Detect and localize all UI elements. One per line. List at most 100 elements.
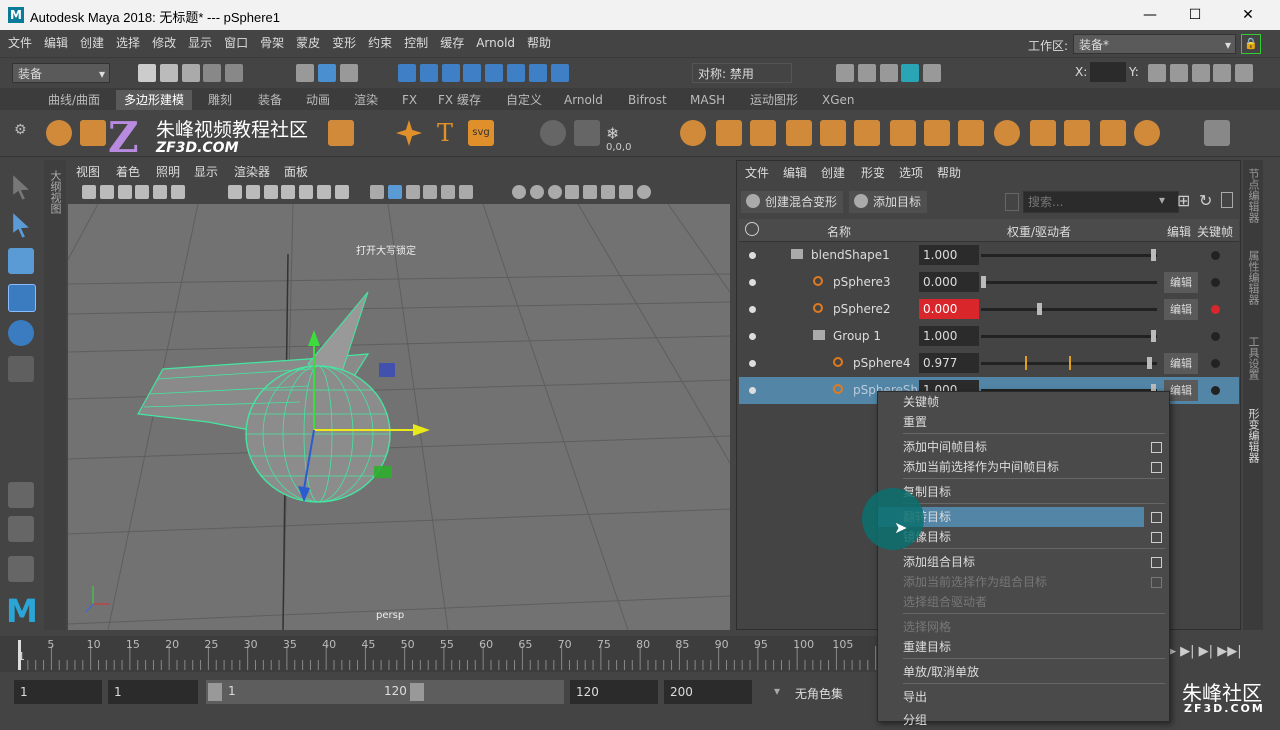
keyframe-indicator[interactable]: [1211, 305, 1220, 314]
create-blendshape-button[interactable]: 创建混合变形: [741, 191, 844, 213]
menu-item[interactable]: 选择: [110, 30, 146, 57]
menu-item[interactable]: 文件: [2, 30, 38, 57]
visibility-toggle-icon[interactable]: [749, 252, 756, 259]
target-row[interactable]: pSphere2 0.000 编辑: [739, 296, 1239, 323]
menu-item[interactable]: 显示: [182, 30, 218, 57]
snap-surface-icon[interactable]: [485, 64, 504, 82]
option-box-icon[interactable]: [1151, 532, 1162, 543]
weight-value-field[interactable]: 0.000: [919, 299, 979, 319]
bookmark-icon[interactable]: [117, 185, 132, 199]
chevron-down-icon[interactable]: ▾: [1159, 193, 1165, 207]
film-gate-icon[interactable]: [245, 185, 260, 199]
extrude-icon[interactable]: [854, 120, 880, 146]
keyframe-indicator[interactable]: [1211, 359, 1220, 368]
smooth-icon[interactable]: [750, 120, 776, 146]
shape-editor-menu-item[interactable]: 选项: [899, 164, 923, 181]
select-tool-icon[interactable]: [13, 175, 29, 200]
add-target-button[interactable]: 添加目标: [849, 191, 928, 213]
x-field[interactable]: [1090, 62, 1126, 82]
range-end-handle[interactable]: [410, 683, 424, 701]
wireframe-on-shaded-icon[interactable]: [405, 185, 420, 199]
ipr-render-icon[interactable]: [879, 64, 898, 82]
redo-icon[interactable]: [225, 64, 244, 82]
keyframe-indicator[interactable]: [1211, 278, 1220, 287]
snap-help-icon[interactable]: [550, 64, 569, 82]
shape-editor-menu-item[interactable]: 编辑: [783, 164, 807, 181]
close-button[interactable]: ✕: [1238, 6, 1258, 24]
current-frame-marker[interactable]: [18, 640, 21, 670]
context-menu-item[interactable]: 复制目标: [878, 482, 1169, 502]
range-bar[interactable]: 1 120: [206, 680, 564, 704]
shelf-tab[interactable]: Bifrost: [620, 90, 675, 110]
shape-editor-menu-item[interactable]: 形变: [861, 164, 885, 181]
playback-end-field[interactable]: 120: [570, 680, 658, 704]
menu-item[interactable]: 缓存: [434, 30, 470, 57]
animation-end-field[interactable]: 200: [664, 680, 752, 704]
mirror-icon[interactable]: [820, 120, 846, 146]
edit-target-button[interactable]: 编辑: [1164, 299, 1198, 320]
ambient-occlusion-icon[interactable]: [512, 185, 526, 199]
wireframe-icon[interactable]: [370, 185, 384, 199]
weight-slider[interactable]: [981, 303, 1157, 315]
uv-sphere-icon[interactable]: [1134, 120, 1160, 146]
trash-icon[interactable]: [1221, 192, 1233, 208]
viewport-menu-item[interactable]: 渲染器: [234, 163, 270, 180]
context-menu-item[interactable]: 重建目标: [878, 637, 1169, 657]
lock-icon[interactable]: 🔒: [1241, 34, 1261, 54]
twod-pan-icon[interactable]: [153, 185, 168, 199]
slider-knob[interactable]: [1151, 249, 1156, 261]
time-slider[interactable]: 5 10 15 20 25 30 35 40 45 50 55 60 65 70 75 80 85 90 95 100…: [0, 636, 880, 672]
step-forward-icon[interactable]: ▶|: [1199, 644, 1213, 659]
range-start-handle[interactable]: [208, 683, 222, 701]
bevel-icon[interactable]: [924, 120, 950, 146]
shape-editor-menu-item[interactable]: 帮助: [937, 164, 961, 181]
weight-slider[interactable]: [981, 249, 1157, 261]
visibility-toggle-icon[interactable]: [749, 360, 756, 367]
target-row[interactable]: Group 1 1.000: [739, 323, 1239, 350]
option-box-icon[interactable]: [1151, 512, 1162, 523]
menu-item[interactable]: 帮助: [521, 30, 557, 57]
render-settings-icon[interactable]: [901, 64, 920, 82]
minimize-button[interactable]: —: [1140, 6, 1160, 24]
poly-cube-icon[interactable]: [80, 120, 106, 146]
viewport-menu-item[interactable]: 面板: [284, 163, 308, 180]
menuset-dropdown[interactable]: 装备 ▾: [12, 63, 110, 83]
color-management-icon[interactable]: [636, 185, 651, 199]
anti-alias-icon[interactable]: [547, 185, 562, 199]
side-tab[interactable]: 属性编辑器: [1245, 250, 1261, 305]
symmetry-dropdown[interactable]: 对称: 禁用: [692, 63, 792, 83]
viewport-menu-item[interactable]: 着色: [116, 163, 140, 180]
render-frame-icon[interactable]: [857, 64, 876, 82]
slider-knob[interactable]: [1037, 303, 1042, 315]
keyframe-indicator[interactable]: [1211, 386, 1220, 395]
menu-item[interactable]: 骨架: [254, 30, 290, 57]
chevron-down-icon[interactable]: ▾: [774, 684, 780, 698]
context-menu-item[interactable]: 添加当前选择作为中间帧目标: [878, 457, 1169, 477]
context-menu-item[interactable]: 添加中间帧目标: [878, 437, 1169, 457]
context-menu-item[interactable]: 重置: [878, 412, 1169, 432]
keyframe-indicator[interactable]: [1211, 251, 1220, 260]
combine-icon[interactable]: [680, 120, 706, 146]
select-object-icon[interactable]: [317, 64, 336, 82]
weight-value-field[interactable]: 0.977: [919, 353, 979, 373]
maximize-button[interactable]: ☐: [1185, 6, 1205, 24]
snap-vertex-icon[interactable]: [528, 64, 547, 82]
brush-icon[interactable]: [1204, 120, 1230, 146]
save-scene-icon[interactable]: [181, 64, 200, 82]
four-view-icon[interactable]: [8, 516, 34, 542]
slider-knob[interactable]: [981, 276, 986, 288]
shelf-tab[interactable]: 自定义: [498, 90, 550, 110]
option-box-icon[interactable]: [1151, 442, 1162, 453]
modeling-toolkit-icon[interactable]: [1148, 64, 1166, 82]
move-tool-icon[interactable]: [8, 284, 36, 312]
separate-icon[interactable]: [716, 120, 742, 146]
paint-select-icon[interactable]: [8, 248, 34, 274]
xray-joints-icon[interactable]: [601, 185, 616, 199]
context-menu-item[interactable]: 分组: [878, 710, 1169, 730]
option-box-icon[interactable]: [1151, 462, 1162, 473]
viewport-menu-item[interactable]: 显示: [194, 163, 218, 180]
workspace-dropdown[interactable]: 装备* ▾: [1073, 34, 1236, 54]
hypershade-icon[interactable]: [923, 64, 942, 82]
shelf-tab[interactable]: 装备: [250, 90, 290, 110]
snap-view-icon[interactable]: [463, 64, 482, 82]
